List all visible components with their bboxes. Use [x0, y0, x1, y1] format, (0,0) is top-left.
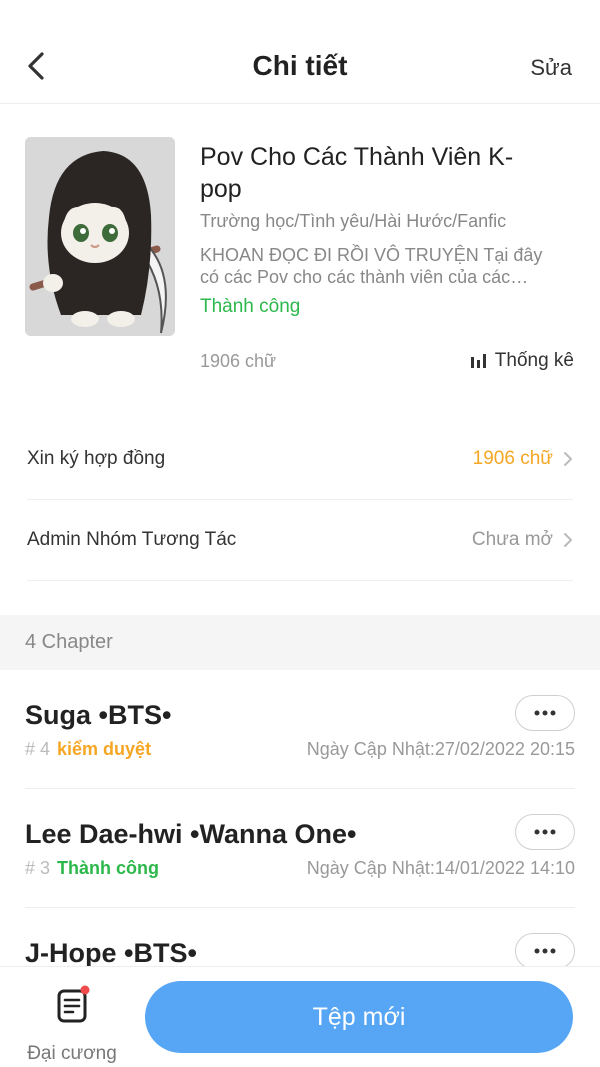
chapter-section-header: 4 Chapter	[0, 615, 600, 670]
statistics-label: Thống kê	[494, 350, 574, 371]
document-list-icon	[57, 985, 90, 1023]
more-dots-icon	[534, 829, 556, 835]
chevron-right-icon	[564, 452, 572, 466]
chapter-status: kiểm duyệt	[57, 739, 152, 759]
admin-interaction-group-label: Admin Nhóm Tương Tác	[27, 529, 237, 550]
chapter-number: # 3	[25, 858, 51, 878]
chapter-title: J-Hope •BTS•	[25, 938, 197, 968]
contract-request-label: Xin ký hợp đồng	[27, 448, 166, 469]
updated-date: 14/01/2022 14:10	[434, 858, 575, 878]
book-cover-image[interactable]	[25, 137, 175, 336]
chapter-item[interactable]: Suga •BTS• # 4 kiểm duyệt Ngày Cập Nhật:…	[25, 670, 575, 789]
book-status: Thành công	[200, 296, 301, 317]
chevron-right-icon	[564, 533, 572, 547]
chapter-item[interactable]: Lee Dae-hwi •Wanna One• # 3 Thành công N…	[25, 789, 575, 908]
updated-date-label: Ngày Cập Nhật:	[306, 858, 435, 878]
statistics-button[interactable]: Thống kê	[470, 350, 574, 372]
chapter-status: Thành công	[57, 858, 160, 878]
grim-reaper-cat-illustration	[25, 137, 175, 336]
contract-word-count: 1906 chữ	[472, 448, 553, 469]
chapter-count-label: 4 Chapter	[25, 631, 113, 653]
book-title: Pov Cho Các Thành Viên K-pop	[200, 143, 514, 203]
more-dots-icon	[534, 948, 556, 954]
updated-date-label: Ngày Cập Nhật:	[306, 739, 435, 759]
more-dots-icon	[534, 710, 556, 716]
edit-button[interactable]: Sửa	[530, 55, 572, 81]
new-file-button[interactable]: Tệp mới	[145, 981, 573, 1053]
top-nav-bar: Chi tiết Sửa	[0, 0, 600, 104]
more-options-button[interactable]	[515, 814, 575, 850]
more-options-button[interactable]	[515, 933, 575, 969]
notification-dot-icon	[80, 985, 90, 995]
bottom-action-bar: Đại cương Tệp mới	[0, 966, 600, 1067]
book-genre-tags: Trường học/Tình yêu/Hài Hước/Fanfic	[200, 211, 507, 231]
admin-interaction-group-row[interactable]: Admin Nhóm Tương Tác Chưa mở	[27, 500, 573, 581]
chapter-title: Suga •BTS•	[25, 700, 172, 730]
bar-chart-icon	[470, 354, 486, 368]
page-title: Chi tiết	[252, 50, 348, 81]
outline-tab[interactable]: Đại cương	[20, 981, 124, 1064]
contract-request-row[interactable]: Xin ký hợp đồng 1906 chữ	[27, 419, 573, 500]
outline-label: Đại cương	[27, 1043, 117, 1064]
book-word-count: 1906 chữ	[200, 351, 277, 371]
more-options-button[interactable]	[515, 695, 575, 731]
updated-date: 27/02/2022 20:15	[434, 739, 575, 759]
book-description: KHOAN ĐỌC ĐI RỒI VÔ TRUYỆN Tại đây có cá…	[200, 245, 543, 287]
chapter-number: # 4	[25, 739, 51, 759]
admin-group-status: Chưa mở	[471, 529, 553, 550]
chapter-title: Lee Dae-hwi •Wanna One•	[25, 819, 357, 849]
